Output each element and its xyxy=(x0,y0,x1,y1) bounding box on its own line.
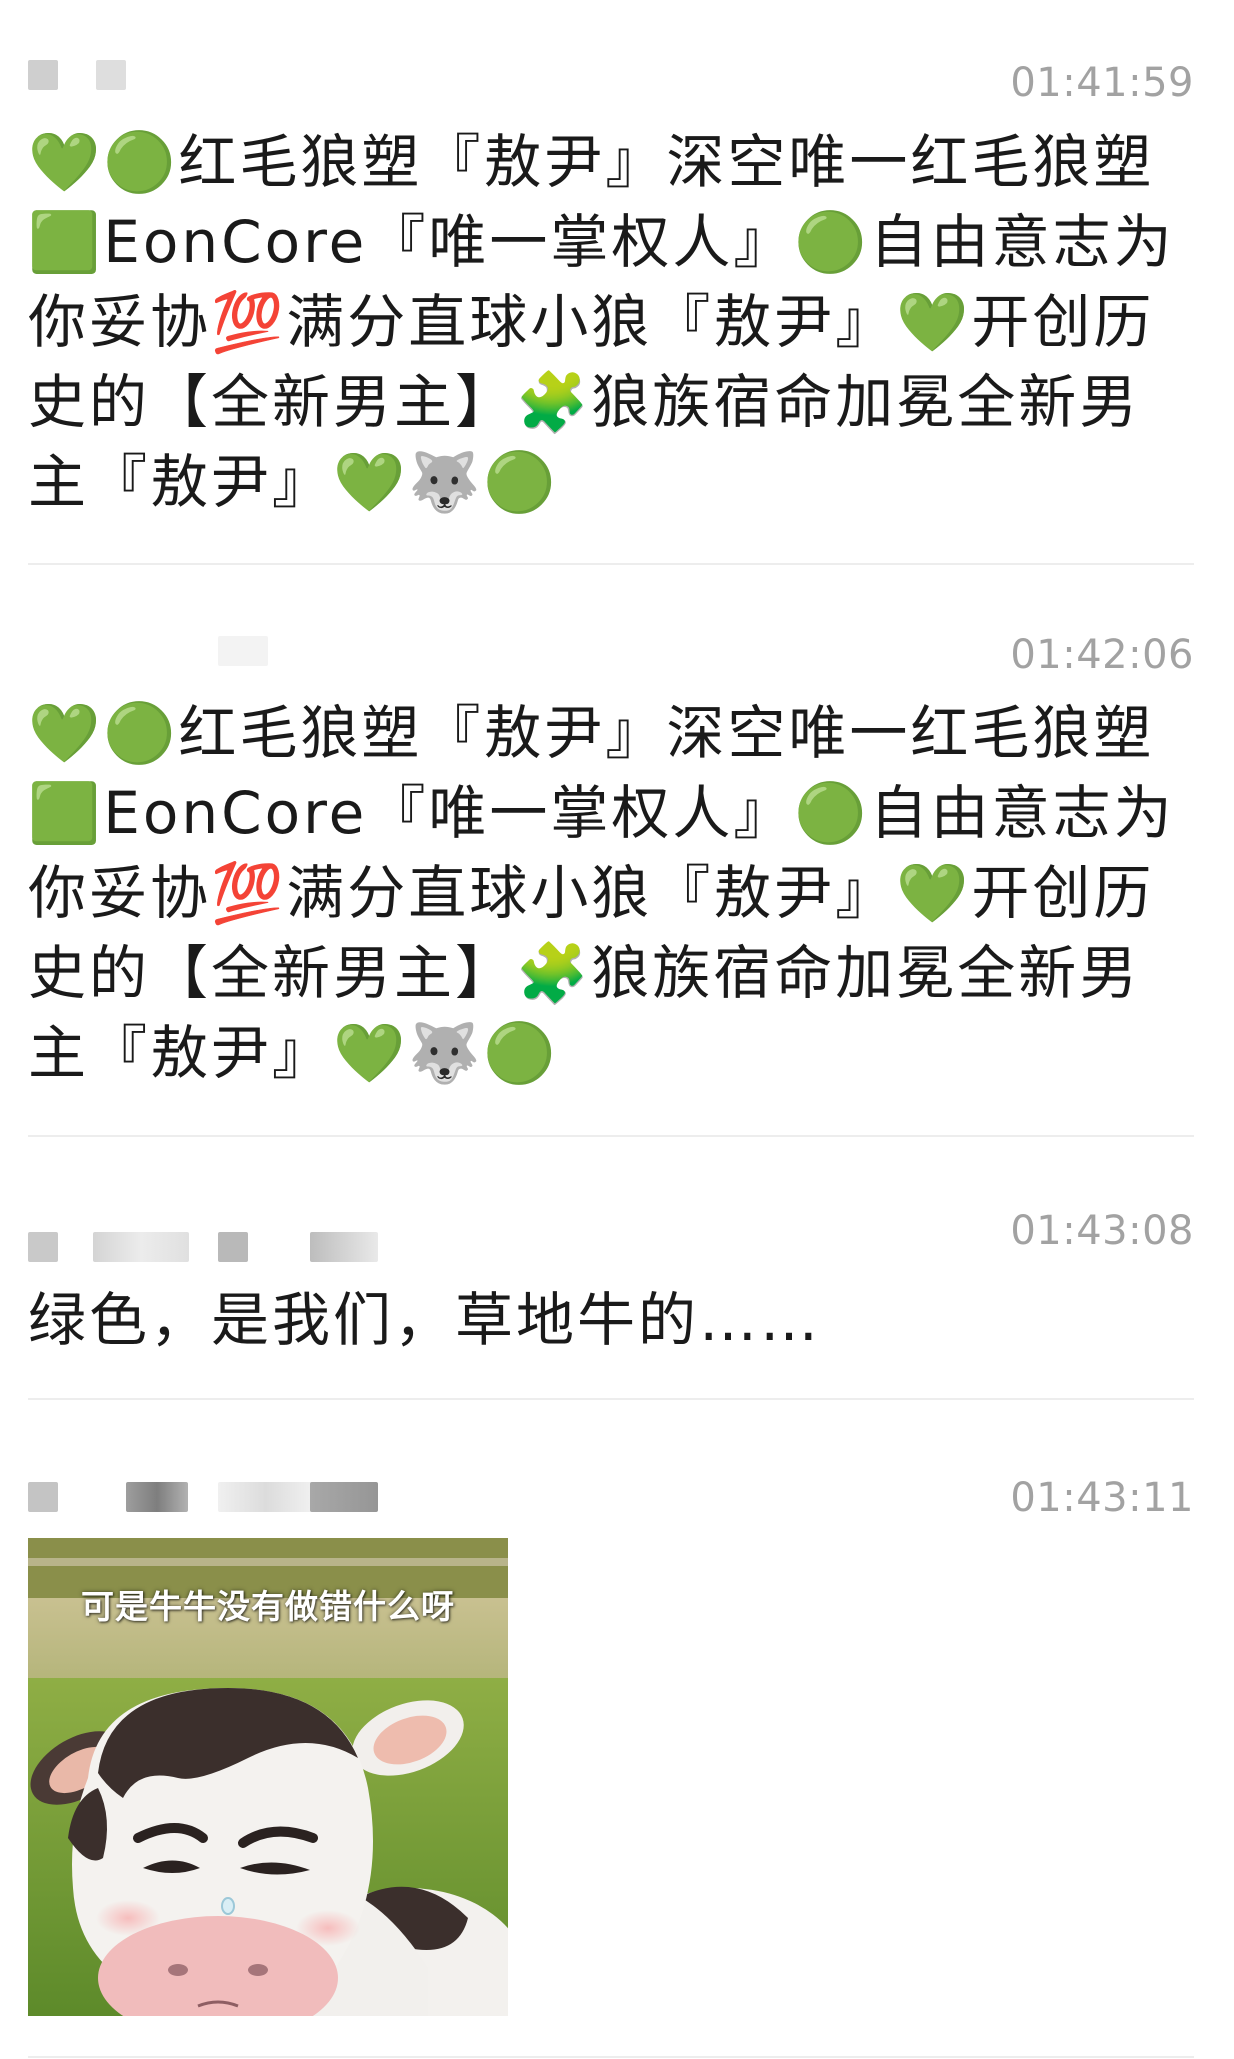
message-text: 💚🟢红毛狼塑『敖尹』深空唯一红毛狼塑🟩EonCore『唯一掌权人』🟢自由意志为你… xyxy=(28,128,1175,516)
message-timestamp: 01:43:11 xyxy=(1010,1475,1194,1521)
divider xyxy=(28,1398,1194,1400)
divider xyxy=(28,563,1194,565)
message-timestamp: 01:43:08 xyxy=(1010,1208,1194,1254)
sticker-caption: 可是牛牛没有做错什么呀 xyxy=(81,1587,455,1626)
message-timestamp: 01:42:06 xyxy=(1010,632,1194,678)
divider xyxy=(28,2056,1194,2058)
message-text: 💚🟢红毛狼塑『敖尹』深空唯一红毛狼塑🟩EonCore『唯一掌权人』🟢自由意志为你… xyxy=(28,699,1175,1087)
divider xyxy=(28,1135,1194,1137)
message-text: 绿色，是我们，草地牛的…… xyxy=(28,1286,822,1354)
message-timestamp: 01:41:59 xyxy=(1010,60,1194,106)
sticker-image[interactable]: 可是牛牛没有做错什么呀 xyxy=(28,1538,508,2016)
